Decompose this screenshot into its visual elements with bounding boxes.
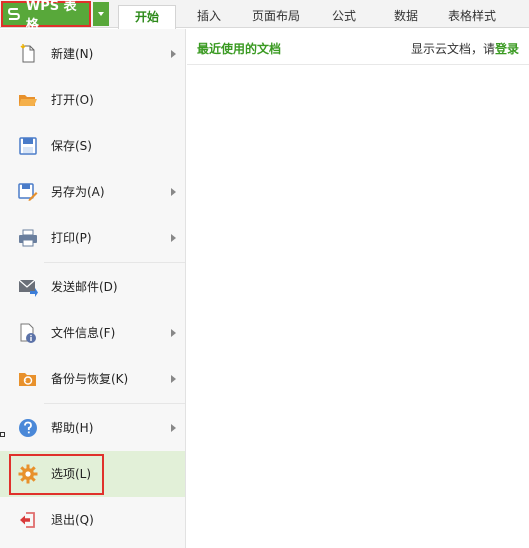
menu-item-save-as[interactable]: 另存为(A) [0, 169, 185, 215]
printer-icon [19, 229, 37, 247]
app-menu-dropdown-button[interactable] [93, 2, 109, 26]
save-icon [19, 137, 37, 155]
chevron-down-icon [98, 12, 104, 16]
menu-divider [44, 403, 185, 404]
resize-marker [0, 432, 5, 437]
tab-table-style[interactable]: 表格样式 [440, 5, 504, 28]
tab-insert[interactable]: 插入 [183, 5, 235, 28]
open-folder-icon [19, 95, 37, 106]
menu-item-new[interactable]: 新建(N) [0, 31, 185, 77]
cloud-documents-prompt: 显示云文档，请登录 [411, 40, 519, 57]
menu-item-label: 新建(N) [51, 47, 94, 61]
menu-item-help[interactable]: 帮助(H) [0, 405, 185, 451]
menu-item-label: 保存(S) [51, 139, 92, 153]
top-bar: WPS 表格 开始 插入 页面布局 公式 数据 表格样式 [0, 0, 529, 33]
wps-app-menu-button[interactable]: WPS 表格 [1, 0, 91, 33]
tab-label: 开始 [134, 10, 159, 24]
chevron-right-icon [171, 234, 176, 242]
menu-item-label: 另存为(A) [51, 185, 105, 199]
options-highlight-box [9, 454, 104, 495]
file-info-icon [20, 323, 36, 343]
new-document-icon [20, 44, 35, 63]
wps-logo-icon [7, 8, 20, 20]
tab-label: 页面布局 [251, 9, 300, 23]
menu-item-label: 退出(Q) [51, 513, 94, 527]
menu-item-label: 备份与恢复(K) [51, 372, 129, 386]
chevron-right-icon [171, 50, 176, 58]
menu-item-label: 打开(O) [51, 93, 94, 107]
chevron-right-icon [171, 188, 176, 196]
tab-label: 表格样式 [447, 9, 496, 23]
panel-divider [187, 64, 529, 65]
menu-item-label: 文件信息(F) [51, 326, 116, 340]
menu-item-file-info[interactable]: 文件信息(F) [0, 310, 185, 356]
menu-item-label: 打印(P) [51, 231, 92, 245]
menu-item-print[interactable]: 打印(P) [0, 215, 185, 261]
menu-item-label: 发送邮件(D) [51, 280, 118, 294]
menu-item-backup-restore[interactable]: 备份与恢复(K) [0, 356, 185, 402]
menu-item-send-mail[interactable]: 发送邮件(D) [0, 264, 185, 310]
help-icon [19, 419, 37, 437]
menu-item-exit[interactable]: 退出(Q) [0, 497, 185, 543]
tab-label: 插入 [196, 9, 221, 23]
chevron-right-icon [171, 329, 176, 337]
menu-divider [44, 262, 185, 263]
exit-icon [20, 512, 35, 528]
save-as-icon [18, 183, 38, 201]
recent-documents-panel: 最近使用的文档 显示云文档，请登录 [187, 29, 529, 548]
recent-documents-title: 最近使用的文档 [197, 42, 282, 56]
chevron-right-icon [171, 375, 176, 383]
login-link[interactable]: 登录 [495, 42, 519, 56]
mail-icon [18, 279, 38, 297]
menu-item-open[interactable]: 打开(O) [0, 77, 185, 123]
tab-data[interactable]: 数据 [380, 5, 432, 28]
chevron-right-icon [171, 424, 176, 432]
backup-icon [19, 373, 36, 386]
menu-item-save[interactable]: 保存(S) [0, 123, 185, 169]
tab-start[interactable]: 开始 [118, 5, 176, 29]
menu-item-label: 帮助(H) [51, 421, 94, 435]
tab-page-layout[interactable]: 页面布局 [244, 5, 308, 28]
cloud-prompt-text: 显示云文档，请 [410, 42, 495, 56]
tab-label: 公式 [331, 9, 356, 23]
tab-formula[interactable]: 公式 [318, 5, 370, 28]
tab-label: 数据 [393, 9, 418, 23]
